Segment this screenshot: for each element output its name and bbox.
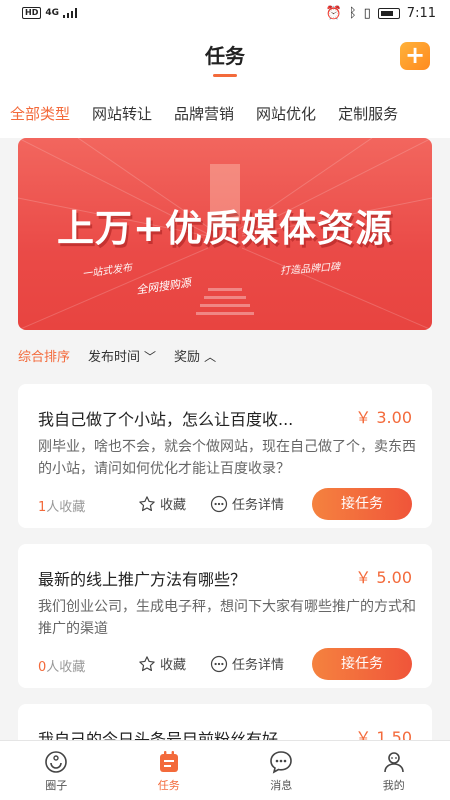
task-detail-button[interactable]: 任务详情	[210, 654, 284, 673]
sort-comprehensive[interactable]: 综合排序	[18, 346, 70, 365]
message-icon	[270, 751, 293, 774]
tab-website-optimization[interactable]: 网站优化	[256, 103, 316, 124]
nav-bar: 任务 +	[0, 26, 450, 88]
sort-reward-label: 奖励	[174, 349, 201, 365]
favorite-button[interactable]: 收藏	[138, 654, 186, 673]
chevron-down-icon: ﹀	[144, 349, 157, 364]
bottom-nav-message-label: 消息	[270, 779, 293, 792]
task-title: 我自己做了个小站，怎么让百度收...	[38, 410, 294, 429]
bottom-nav-profile-label: 我的	[382, 779, 405, 792]
task-description: 我们创业公司，生成电子秤，想问下大家有哪些推广的方式和推广的渠道	[38, 599, 416, 637]
bottom-nav-circle-label: 圈子	[45, 779, 68, 792]
tab-brand-marketing[interactable]: 品牌营销	[174, 103, 234, 124]
status-bar: HD 4G ⏰ ᛒ ▯ 7:11	[0, 0, 450, 26]
bottom-nav: 圈子 任务 消息 我的	[0, 740, 450, 800]
favorite-button[interactable]: 收藏	[138, 494, 186, 513]
favorite-count-suffix: 人收藏	[46, 660, 86, 675]
banner-headline: 上万+优质媒体资源	[56, 207, 393, 250]
task-price: ￥ 3.00	[355, 408, 412, 427]
sort-comprehensive-label: 综合排序	[18, 349, 71, 365]
battery-icon	[377, 7, 400, 19]
vibrate-icon: ▯	[363, 5, 371, 21]
favorite-count: 0人收藏	[38, 656, 85, 675]
signal-icon	[63, 8, 77, 18]
take-task-button[interactable]: 接任务	[312, 488, 412, 520]
task-footer: 0人收藏 收藏 任务详情 接任务	[38, 648, 412, 680]
hd-badge: HD	[22, 7, 42, 19]
sort-publish-time-label: 发布时间	[88, 349, 141, 365]
sort-publish-time[interactable]: 发布时间 ﹀	[88, 346, 156, 365]
task-detail-button[interactable]: 任务详情	[210, 494, 284, 513]
tab-custom-service[interactable]: 定制服务	[338, 103, 398, 124]
task-card[interactable]: 最新的线上推广方法有哪些？ ￥ 5.00 我们创业公司，生成电子秤，想问下大家有…	[18, 544, 432, 688]
star-icon	[139, 655, 155, 671]
add-task-button[interactable]: +	[400, 42, 430, 70]
chevron-up-icon: ︿	[204, 349, 217, 364]
network-label: 4G	[45, 8, 59, 18]
clock-time: 7:11	[406, 5, 436, 21]
tab-website-transfer[interactable]: 网站转让	[92, 103, 152, 124]
bottom-nav-profile[interactable]: 我的	[338, 741, 450, 800]
profile-icon	[383, 752, 404, 773]
more-dots-icon	[210, 495, 228, 512]
circle-icon	[45, 751, 68, 773]
title-underline	[213, 74, 237, 77]
task-title: 最新的线上推广方法有哪些？	[38, 570, 247, 589]
task-card[interactable]: 我自己做了个小站，怎么让百度收... ￥ 3.00 刚毕业，啥也不会，就会个做网…	[18, 384, 432, 528]
tab-all-types[interactable]: 全部类型	[10, 103, 70, 124]
page-title: 任务	[205, 44, 245, 68]
task-detail-label: 任务详情	[232, 658, 285, 673]
task-detail-label: 任务详情	[232, 498, 285, 513]
bottom-nav-task[interactable]: 任务	[113, 741, 226, 800]
bluetooth-icon: ᛒ	[348, 5, 357, 21]
favorite-count: 1人收藏	[38, 496, 85, 515]
more-dots-icon	[210, 655, 228, 672]
status-left: HD 4G	[22, 7, 77, 19]
favorite-label: 收藏	[160, 658, 187, 673]
star-icon	[139, 495, 155, 511]
take-task-button[interactable]: 接任务	[312, 648, 412, 680]
task-icon	[159, 751, 178, 772]
bottom-nav-task-label: 任务	[157, 779, 180, 792]
alarm-icon: ⏰	[325, 5, 342, 21]
bottom-nav-circle[interactable]: 圈子	[0, 741, 113, 800]
promo-banner[interactable]: 上万+优质媒体资源 一站式发布 全网搜购源 打造品牌口碑	[18, 138, 432, 330]
task-description: 刚毕业，啥也不会，就会个做网站，现在自己做了个，卖东西的小站，请问如何优化才能让…	[38, 439, 416, 477]
task-footer: 1人收藏 收藏 任务详情 接任务	[38, 488, 412, 520]
category-tabs: 全部类型 网站转让 品牌营销 网站优化 定制服务	[0, 88, 450, 138]
favorite-label: 收藏	[160, 498, 187, 513]
sort-reward[interactable]: 奖励 ︿	[174, 346, 216, 365]
task-price: ￥ 5.00	[355, 568, 412, 587]
sort-bar: 综合排序 发布时间 ﹀ 奖励 ︿	[0, 330, 450, 380]
favorite-count-suffix: 人收藏	[46, 500, 86, 515]
bottom-nav-message[interactable]: 消息	[225, 741, 338, 800]
status-right: ⏰ ᛒ ▯ 7:11	[326, 6, 436, 21]
